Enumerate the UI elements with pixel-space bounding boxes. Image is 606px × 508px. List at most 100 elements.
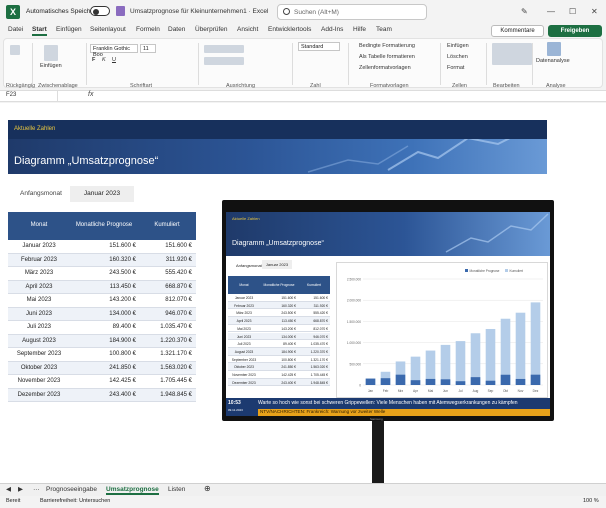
- cell-cumulative[interactable]: 555.420 €: [138, 270, 192, 276]
- sheet-tab-umsatzprognose[interactable]: Umsatzprognose: [106, 486, 159, 495]
- cell-month[interactable]: März 2023: [8, 270, 70, 276]
- tab-hilfe[interactable]: Hilfe: [353, 26, 366, 33]
- underline-icon[interactable]: U: [112, 57, 116, 63]
- align-icons[interactable]: [204, 45, 244, 53]
- cell-cumulative[interactable]: 1.321.170 €: [138, 351, 192, 357]
- bold-icon[interactable]: F: [92, 57, 95, 63]
- close-icon[interactable]: ✕: [591, 7, 598, 16]
- align-icons-2[interactable]: [204, 57, 244, 65]
- cell-month[interactable]: November 2023: [8, 378, 70, 384]
- cell-month[interactable]: Oktober 2023: [8, 365, 70, 371]
- table-row[interactable]: Februar 2023 160.320 €311.920 €: [8, 253, 196, 267]
- save-icon[interactable]: [116, 6, 125, 16]
- cell-monthly[interactable]: 100.800 €: [72, 351, 136, 357]
- comments-button[interactable]: Kommentare: [491, 25, 544, 37]
- cell-month[interactable]: Juni 2023: [8, 311, 70, 317]
- tab-addins[interactable]: Add-Ins: [321, 26, 343, 33]
- tab-daten[interactable]: Daten: [168, 26, 185, 33]
- table-row[interactable]: Juni 2023 134.000 €946.070 €: [8, 307, 196, 321]
- sheet-tab-listen[interactable]: Listen: [168, 486, 185, 493]
- table-row[interactable]: April 2023 113.450 €668.870 €: [8, 280, 196, 294]
- cell-month[interactable]: August 2023: [8, 338, 70, 344]
- table-row[interactable]: September 2023 100.800 €1.321.170 €: [8, 348, 196, 362]
- italic-icon[interactable]: K: [102, 57, 106, 63]
- cell-cumulative[interactable]: 1.035.470 €: [138, 324, 192, 330]
- cond-format-button[interactable]: Bedingte Formatierung: [359, 43, 415, 49]
- start-month-value[interactable]: Januar 2023: [70, 186, 134, 202]
- maximize-icon[interactable]: ☐: [569, 7, 576, 16]
- tab-ansicht[interactable]: Ansicht: [237, 26, 258, 33]
- cell-cumulative[interactable]: 812.070 €: [138, 297, 192, 303]
- cell-monthly[interactable]: 143.200 €: [72, 297, 136, 303]
- cell-styles-button[interactable]: Zellenformatvorlagen: [359, 65, 411, 71]
- cell-monthly[interactable]: 151.600 €: [72, 243, 136, 249]
- table-row[interactable]: Dezember 2023 243.400 €1.948.845 €: [8, 388, 196, 402]
- table-row[interactable]: Juli 2023 89.400 €1.035.470 €: [8, 321, 196, 335]
- number-format-select[interactable]: Standard: [298, 42, 340, 51]
- cell-monthly[interactable]: 243.400 €: [72, 392, 136, 398]
- tab-more-icon[interactable]: …: [33, 485, 40, 492]
- tab-scroll-left-icon[interactable]: ◀: [6, 485, 11, 493]
- tab-formeln[interactable]: Formeln: [136, 26, 160, 33]
- tab-start[interactable]: Start: [32, 26, 47, 36]
- cell-month[interactable]: Februar 2023: [8, 257, 70, 263]
- table-row[interactable]: Januar 2023 151.600 €151.600 €: [8, 240, 196, 254]
- cell-monthly[interactable]: 142.425 €: [72, 378, 136, 384]
- font-name-select[interactable]: Franklin Gothic Boo: [90, 44, 138, 58]
- cell-monthly[interactable]: 160.320 €: [72, 257, 136, 263]
- status-zoom[interactable]: 100 %: [583, 498, 599, 504]
- cell-month[interactable]: Mai 2023: [8, 297, 70, 303]
- col-header-month[interactable]: Monat: [8, 222, 70, 228]
- share-button[interactable]: Freigeben: [548, 25, 602, 37]
- tab-ueberpruefen[interactable]: Überprüfen: [195, 26, 228, 33]
- table-row[interactable]: Mai 2023 143.200 €812.070 €: [8, 294, 196, 308]
- undo-icon[interactable]: [10, 45, 20, 55]
- cell-cumulative[interactable]: 151.600 €: [138, 243, 192, 249]
- cell-month[interactable]: September 2023: [8, 351, 70, 357]
- tab-seitenlayout[interactable]: Seitenlayout: [90, 26, 126, 33]
- minimize-icon[interactable]: —: [547, 7, 555, 16]
- col-header-monthly[interactable]: Monatliche Prognose: [70, 222, 138, 228]
- cell-month[interactable]: Juli 2023: [8, 324, 70, 330]
- cell-monthly[interactable]: 184.900 €: [72, 338, 136, 344]
- cell-cumulative[interactable]: 946.070 €: [138, 311, 192, 317]
- fx-icon[interactable]: fx: [88, 91, 93, 98]
- cell-month[interactable]: April 2023: [8, 284, 70, 290]
- status-accessibility[interactable]: Barrierefreiheit: Untersuchen: [40, 498, 110, 504]
- cell-monthly[interactable]: 113.450 €: [72, 284, 136, 290]
- pen-icon[interactable]: ✎: [521, 7, 528, 16]
- font-size-select[interactable]: 11: [140, 44, 156, 53]
- cell-cumulative[interactable]: 1.220.370 €: [138, 338, 192, 344]
- data-analysis-icon[interactable]: [547, 42, 561, 56]
- cell-monthly[interactable]: 241.850 €: [72, 365, 136, 371]
- sheet-tab-prognoseeingabe[interactable]: Prognoseeingabe: [46, 486, 97, 493]
- editing-icons[interactable]: [492, 43, 532, 65]
- as-table-button[interactable]: Als Tabelle formatieren: [359, 54, 415, 60]
- table-row[interactable]: März 2023 243.500 €555.420 €: [8, 267, 196, 281]
- tab-scroll-right-icon[interactable]: ▶: [18, 485, 23, 493]
- autosave-toggle[interactable]: [90, 6, 110, 16]
- table-row[interactable]: August 2023 184.900 €1.220.370 €: [8, 334, 196, 348]
- cell-cumulative[interactable]: 668.870 €: [138, 284, 192, 290]
- tab-einfuegen[interactable]: Einfügen: [56, 26, 82, 33]
- table-row[interactable]: November 2023 142.425 €1.705.445 €: [8, 375, 196, 389]
- add-sheet-icon[interactable]: ⊕: [204, 484, 211, 493]
- table-row[interactable]: Oktober 2023 241.850 €1.563.020 €: [8, 361, 196, 375]
- tab-entwicklertools[interactable]: Entwicklertools: [268, 26, 311, 33]
- paste-icon[interactable]: [44, 45, 58, 61]
- cell-cumulative[interactable]: 311.920 €: [138, 257, 192, 263]
- format-cells-button[interactable]: Format: [447, 65, 464, 71]
- cell-monthly[interactable]: 134.000 €: [72, 311, 136, 317]
- cell-monthly[interactable]: 243.500 €: [72, 270, 136, 276]
- name-box[interactable]: F23: [4, 91, 58, 101]
- cell-cumulative[interactable]: 1.948.845 €: [138, 392, 192, 398]
- tab-datei[interactable]: Datei: [8, 26, 23, 33]
- search-box[interactable]: Suchen (Alt+M): [277, 4, 427, 20]
- col-header-cumulative[interactable]: Kumuliert: [138, 222, 196, 228]
- cell-cumulative[interactable]: 1.563.020 €: [138, 365, 192, 371]
- insert-cells-button[interactable]: Einfügen: [447, 43, 469, 49]
- delete-cells-button[interactable]: Löschen: [447, 54, 468, 60]
- cell-monthly[interactable]: 89.400 €: [72, 324, 136, 330]
- cell-cumulative[interactable]: 1.705.445 €: [138, 378, 192, 384]
- tab-team[interactable]: Team: [376, 26, 392, 33]
